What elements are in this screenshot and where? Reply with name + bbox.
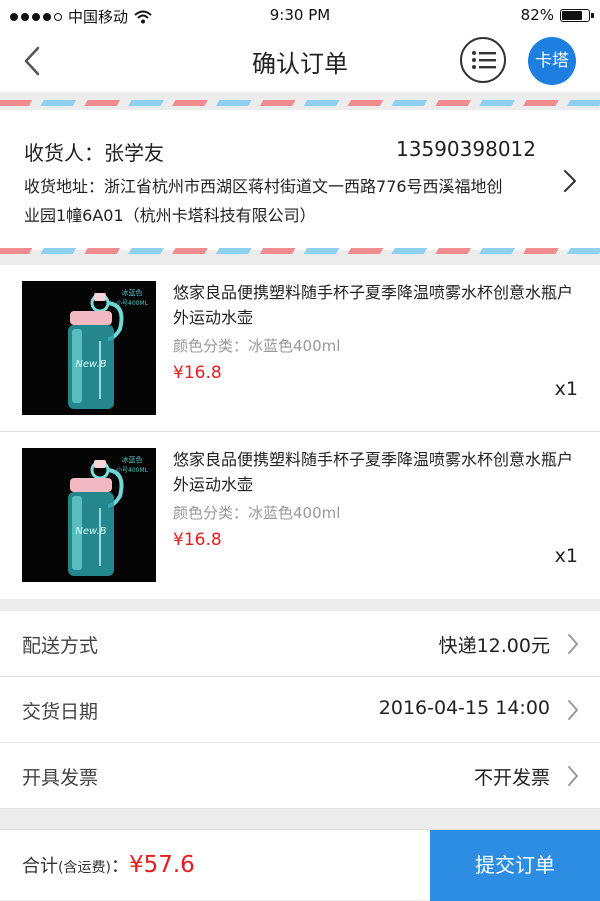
spec-value: 冰蓝色400ml (248, 504, 341, 522)
total-amount: ¥57.6 (128, 852, 195, 878)
nav-bar: 确认订单 卡塔 (0, 30, 600, 92)
battery-fill (562, 10, 582, 20)
address-text: 收货地址：浙江省杭州市西湖区蒋村街道文一西路776号西溪福地创业园1幢6A01（… (24, 172, 504, 230)
order-options: 配送方式 快递12.00元 交货日期 2016-04-15 14:00 开具发票… (0, 611, 600, 809)
product-image-brand: New.B (75, 526, 106, 537)
status-bar: 中国移动 9:30 PM 82% (0, 0, 600, 30)
product-title: 悠家良品便携塑料随手杯子夏季降温喷雾水杯创意水瓶户外运动水壶 (173, 283, 574, 327)
delivery-date-row[interactable]: 交货日期 2016-04-15 14:00 (0, 677, 600, 743)
product-title: 悠家良品便携塑料随手杯子夏季降温喷雾水杯创意水瓶户外运动水壶 (173, 450, 574, 494)
product-item[interactable]: 冰蓝色 小号400ML New.B 悠家良品便携塑料随手杯子夏季降温喷雾水杯创意… (0, 432, 600, 599)
status-time: 9:30 PM (269, 6, 331, 24)
battery-percent: 82% (520, 6, 554, 24)
option-label: 交货日期 (22, 701, 99, 723)
product-image-text: 冰蓝色 (122, 288, 143, 297)
recipient-label: 收货人： (24, 141, 104, 165)
envelope-stripe-top (0, 100, 600, 106)
shop-button[interactable]: 卡塔 (528, 37, 576, 85)
product-quantity: x1 (554, 545, 578, 567)
spec-label: 颜色分类： (173, 504, 249, 522)
product-spec: 颜色分类：冰蓝色400ml (173, 335, 340, 356)
total-label: 合计 (22, 856, 58, 877)
spec-label: 颜色分类： (173, 337, 249, 355)
product-spec: 颜色分类：冰蓝色400ml (173, 502, 340, 523)
spec-value: 冰蓝色400ml (248, 337, 341, 355)
status-right: 82% (520, 6, 594, 24)
option-label: 开具发票 (22, 767, 99, 789)
option-value: 不开发票 (473, 767, 550, 789)
list-menu-icon (472, 51, 496, 69)
option-value: 快递12.00元 (438, 635, 550, 657)
product-image: 冰蓝色 小号400ML New.B (22, 448, 156, 582)
chevron-right-icon (568, 766, 578, 786)
option-value: 2016-04-15 14:00 (378, 697, 550, 719)
option-label: 配送方式 (22, 635, 99, 657)
total-note: (含运费) (58, 860, 111, 876)
recipient-name: 张学友 (104, 141, 164, 165)
chevron-right-icon (564, 170, 576, 192)
address-label: 收货地址： (24, 177, 105, 196)
chevron-right-icon (568, 634, 578, 654)
product-price: ¥16.8 (173, 363, 222, 383)
product-image-text: 冰蓝色 (122, 455, 143, 464)
address-card[interactable]: 收货人：张学友 13590398012 收货地址：浙江省杭州市西湖区蒋村街道文一… (0, 110, 600, 250)
chevron-right-icon (568, 700, 578, 720)
recipient: 收货人：张学友 (24, 137, 164, 166)
product-item[interactable]: 冰蓝色 小号400ML New.B 悠家良品便携塑料随手杯子夏季降温喷雾水杯创意… (0, 265, 600, 432)
product-image-brand: New.B (75, 359, 106, 370)
checkout-bar: 合计(含运费)：¥57.6 提交订单 (0, 829, 600, 901)
battery-icon (560, 8, 594, 22)
delivery-method-row[interactable]: 配送方式 快递12.00元 (0, 611, 600, 677)
menu-button[interactable] (460, 37, 506, 83)
envelope-stripe-bottom (0, 248, 600, 254)
product-image-text: 小号400ML (116, 299, 149, 307)
product-list: 冰蓝色 小号400ML New.B 悠家良品便携塑料随手杯子夏季降温喷雾水杯创意… (0, 265, 600, 599)
invoice-row[interactable]: 开具发票 不开发票 (0, 743, 600, 809)
product-image-text: 小号400ML (116, 466, 149, 474)
order-total: 合计(含运费)：¥57.6 (22, 852, 195, 878)
total-colon: ： (110, 856, 129, 877)
submit-order-button[interactable]: 提交订单 (430, 830, 600, 901)
recipient-phone: 13590398012 (396, 137, 536, 161)
product-quantity: x1 (554, 378, 578, 400)
page-title: 确认订单 (252, 50, 348, 78)
product-image: 冰蓝色 小号400ML New.B (22, 281, 156, 415)
product-price: ¥16.8 (173, 530, 222, 550)
